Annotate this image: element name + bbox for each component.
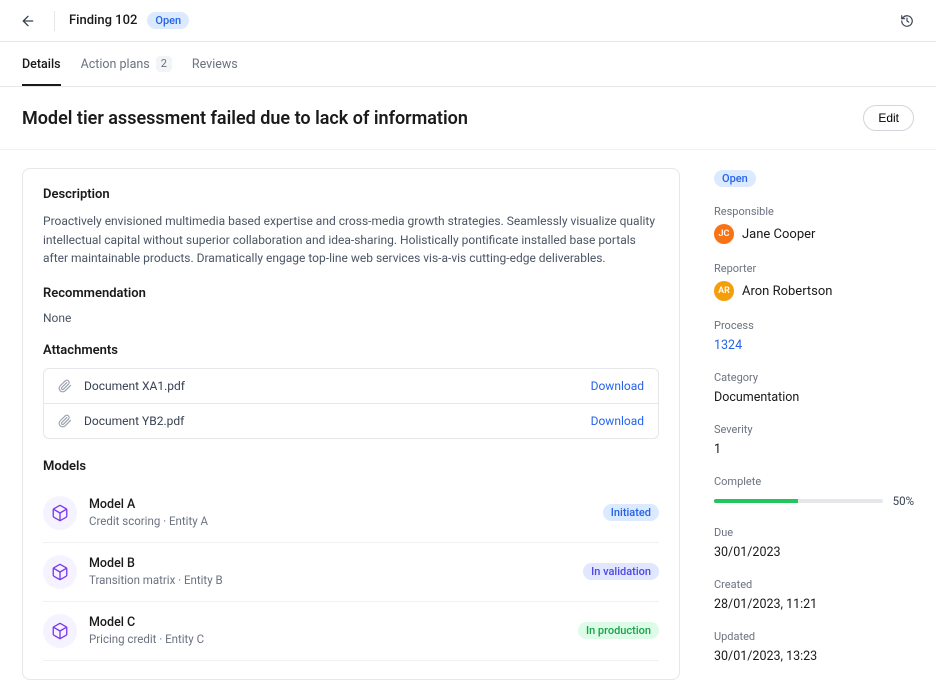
responsible-name: Jane Cooper: [742, 227, 815, 242]
status-pill: Open: [714, 170, 756, 187]
back-button[interactable]: [16, 9, 40, 33]
model-row[interactable]: Model A Credit scoring · Entity A Initia…: [43, 484, 659, 543]
paperclip-icon: [58, 414, 74, 428]
tab-label: Details: [22, 57, 61, 72]
cube-icon: [43, 555, 77, 589]
description-text: Proactively envisioned multimedia based …: [43, 212, 659, 268]
severity-label: Severity: [714, 423, 914, 436]
page-title: Model tier assessment failed due to lack…: [22, 108, 863, 129]
model-subtitle: Credit scoring · Entity A: [89, 514, 603, 528]
model-status-badge: In validation: [583, 563, 659, 580]
download-link[interactable]: Download: [591, 379, 644, 393]
avatar: JC: [714, 224, 734, 244]
tab-label: Reviews: [192, 57, 238, 72]
responsible-user[interactable]: JC Jane Cooper: [714, 224, 914, 244]
history-icon: [900, 13, 914, 29]
attachment-name: Document XA1.pdf: [84, 379, 591, 393]
due-value: 30/01/2023: [714, 545, 914, 560]
tab-bar: Details Action plans 2 Reviews: [0, 42, 936, 87]
due-label: Due: [714, 526, 914, 539]
model-name: Model B: [89, 556, 583, 571]
tab-label: Action plans: [81, 57, 150, 72]
page-header: Model tier assessment failed due to lack…: [0, 87, 936, 150]
category-value: Documentation: [714, 390, 914, 405]
process-label: Process: [714, 319, 914, 332]
edit-button[interactable]: Edit: [863, 105, 914, 131]
recommendation-heading: Recommendation: [43, 286, 659, 301]
attachment-row: Document XA1.pdf Download: [44, 369, 658, 403]
arrow-left-icon: [20, 13, 36, 29]
status-badge: Open: [147, 12, 189, 29]
description-heading: Description: [43, 187, 659, 202]
model-status-badge: Initiated: [603, 504, 659, 521]
severity-value: 1: [714, 442, 914, 457]
progress-percent: 50%: [893, 494, 914, 508]
download-link[interactable]: Download: [591, 414, 644, 428]
reporter-name: Aron Robertson: [742, 284, 832, 299]
reporter-label: Reporter: [714, 262, 914, 275]
tab-action-plans[interactable]: Action plans 2: [81, 56, 172, 86]
process-link[interactable]: 1324: [714, 338, 742, 353]
responsible-label: Responsible: [714, 205, 914, 218]
category-label: Category: [714, 371, 914, 384]
updated-value: 30/01/2023, 13:23: [714, 649, 914, 664]
model-subtitle: Pricing credit · Entity C: [89, 632, 578, 646]
progress-bar: 50%: [714, 494, 914, 508]
paperclip-icon: [58, 379, 74, 393]
meta-sidebar: Open Responsible JC Jane Cooper Reporter…: [714, 168, 914, 682]
recommendation-value: None: [43, 311, 659, 325]
tab-details[interactable]: Details: [22, 57, 61, 86]
models-heading: Models: [43, 459, 659, 474]
model-name: Model A: [89, 497, 603, 512]
attachment-name: Document YB2.pdf: [84, 414, 591, 428]
attachments-heading: Attachments: [43, 343, 659, 358]
attachments-list: Document XA1.pdf Download Document YB2.p…: [43, 368, 659, 439]
tab-count-badge: 2: [156, 56, 172, 72]
avatar: AR: [714, 281, 734, 301]
updated-label: Updated: [714, 630, 914, 643]
breadcrumb-title: Finding 102: [69, 13, 137, 28]
attachment-row: Document YB2.pdf Download: [44, 403, 658, 438]
created-label: Created: [714, 578, 914, 591]
cube-icon: [43, 496, 77, 530]
complete-label: Complete: [714, 475, 914, 488]
model-name: Model C: [89, 615, 578, 630]
model-row[interactable]: Model C Pricing credit · Entity C In pro…: [43, 602, 659, 661]
cube-icon: [43, 614, 77, 648]
model-status-badge: In production: [578, 622, 659, 639]
tab-reviews[interactable]: Reviews: [192, 57, 238, 86]
model-subtitle: Transition matrix · Entity B: [89, 573, 583, 587]
divider: [54, 11, 55, 31]
created-value: 28/01/2023, 11:21: [714, 597, 914, 612]
details-card: Description Proactively envisioned multi…: [22, 168, 680, 680]
top-bar: Finding 102 Open: [0, 0, 936, 42]
history-button[interactable]: [894, 8, 920, 34]
reporter-user[interactable]: AR Aron Robertson: [714, 281, 914, 301]
model-row[interactable]: Model B Transition matrix · Entity B In …: [43, 543, 659, 602]
